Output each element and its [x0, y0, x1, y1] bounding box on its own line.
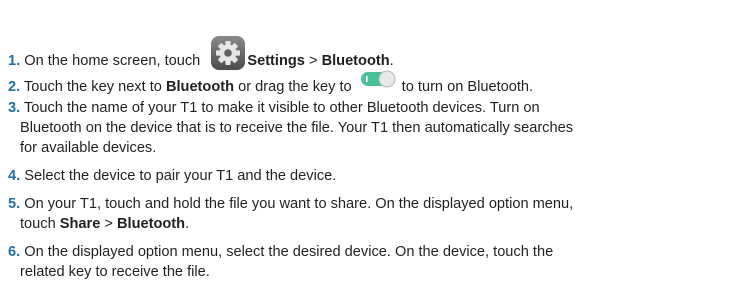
step-text-end: .	[389, 53, 394, 69]
step-5: 5. On your T1, touch and hold the file y…	[8, 194, 738, 234]
bluetooth-label: Bluetooth	[165, 79, 235, 95]
step-4: 4. Select the device to pair your T1 and…	[8, 166, 738, 186]
step-text-mid: or drag the key to	[234, 79, 352, 95]
path-separator: >	[304, 53, 322, 69]
share-label: Share	[59, 216, 101, 232]
step-number: 2.	[8, 79, 21, 95]
step-number: 4.	[8, 168, 21, 184]
step-text-line-2: related key to receive the file.	[20, 264, 210, 280]
step-text-end: to turn on Bluetooth.	[401, 79, 534, 95]
step-text-line-3: for available devices.	[20, 140, 157, 156]
step-text: touch	[20, 216, 60, 232]
step-number: 3.	[8, 100, 21, 116]
bluetooth-label: Bluetooth	[321, 53, 390, 69]
step-text-line-2: touch Share > Bluetooth.	[8, 214, 738, 234]
step-1: 1. On the home screen, touch Settings > …	[8, 35, 738, 71]
path-separator: >	[100, 216, 117, 232]
step-text-end: .	[185, 216, 190, 232]
step-text-line-1: Touch the name of your T1 to make it vis…	[23, 100, 540, 116]
step-3: 3. Touch the name of your T1 to make it …	[8, 98, 738, 158]
step-text: On the home screen, touch	[24, 53, 201, 69]
step-number: 1.	[8, 53, 21, 69]
step-text-line-2: Bluetooth on the device that is to recei…	[20, 120, 574, 136]
settings-label: Settings	[247, 53, 305, 69]
toggle-switch-on-icon	[360, 70, 396, 88]
step-number: 5.	[8, 196, 21, 212]
bluetooth-label: Bluetooth	[116, 216, 186, 232]
step-text-line-1: On the displayed option menu, select the…	[24, 244, 554, 260]
step-2: 2. Touch the key next to Bluetooth or dr…	[8, 70, 738, 97]
step-6: 6. On the displayed option menu, select …	[8, 242, 738, 282]
step-text-line-1: On your T1, touch and hold the file you …	[24, 196, 574, 212]
step-text: Touch the key next to	[23, 79, 166, 95]
step-text-line-1: Select the device to pair your T1 and th…	[24, 168, 337, 184]
step-number: 6.	[8, 244, 21, 260]
settings-gear-icon	[211, 36, 246, 70]
